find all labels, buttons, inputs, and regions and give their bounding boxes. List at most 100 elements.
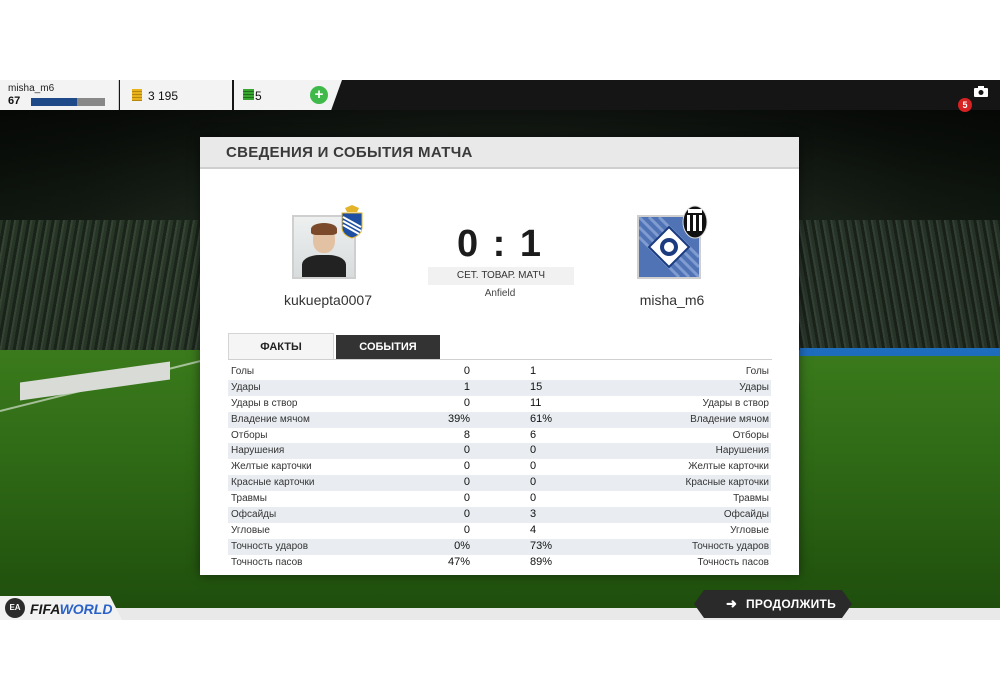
away-player-name: misha_m6 [639, 292, 705, 308]
notification-badge[interactable]: 5 [958, 98, 972, 112]
stat-value-away: 0 [530, 492, 537, 505]
stat-value-away: 73% [530, 539, 553, 552]
stat-value-home: 0 [463, 444, 470, 457]
stat-value-home: 1 [463, 380, 470, 393]
crowd-right [790, 220, 1000, 350]
bottom-strip [0, 608, 1000, 620]
stat-row: Точность пасов 47% 89% Точность пасов [228, 555, 771, 571]
match-score: 0 : 1 [456, 223, 544, 265]
stat-label-away: Нарушения [715, 445, 769, 457]
home-club-crest-icon [341, 205, 363, 239]
stat-row: Удары в створ 0 11 Удары в створ [228, 396, 771, 412]
stat-row: Владение мячом 39% 61% Владение мячом [228, 411, 771, 428]
match-facts-panel: СВЕДЕНИЯ И СОБЫТИЯ МАТЧА kukuepta0007 mi… [200, 137, 799, 575]
tab-events[interactable]: СОБЫТИЯ [336, 335, 440, 359]
away-club-crest-icon [682, 205, 708, 239]
stat-row: Желтые карточки 0 0 Желтые карточки [228, 459, 771, 475]
continue-button[interactable]: ➜ ПРОДОЛЖИТЬ [694, 590, 852, 618]
match-type: СЕТ. ТОВАР. МАТЧ [428, 267, 574, 285]
stat-row: Удары 1 15 Удары [228, 379, 771, 396]
stat-value-home: 0% [454, 539, 470, 552]
username: misha_m6 [8, 83, 55, 94]
stat-value-away: 0 [530, 460, 537, 473]
add-points-area: + [306, 80, 342, 110]
stat-row: Нарушения 0 0 Нарушения [228, 443, 771, 460]
logo-fifa-text: FIFA [30, 601, 60, 617]
stat-value-home: 0 [463, 508, 470, 521]
bottom-bar: EA FIFAWORLD ➜ ПРОДОЛЖИТЬ [0, 590, 1000, 620]
camera-icon[interactable] [974, 86, 988, 97]
stat-value-away: 0 [530, 476, 537, 489]
stat-label-away: Желтые карточки [688, 461, 769, 473]
coins-value: 3 195 [148, 89, 179, 103]
stat-label-home: Владение мячом [231, 413, 310, 425]
stat-value-away: 11 [530, 396, 542, 409]
stat-label-home: Удары в створ [231, 397, 298, 409]
stat-label-away: Точность ударов [691, 540, 769, 552]
stat-label-home: Желтые карточки [231, 461, 312, 473]
stat-value-away: 15 [530, 380, 543, 393]
match-venue: Anfield [484, 288, 516, 299]
avatar-hair [311, 223, 337, 235]
points-widget[interactable]: 5 [234, 80, 306, 110]
stat-row: Офсайды 0 3 Офсайды [228, 507, 771, 523]
xp-bar [31, 98, 105, 106]
stat-value-away: 0 [530, 444, 537, 457]
stats-table: Голы 0 1 Голы Удары 1 15 Удары Удары в створ 0 11 У… [228, 364, 771, 571]
stat-label-home: Отборы [231, 429, 268, 441]
continue-label: ПРОДОЛЖИТЬ [746, 597, 837, 611]
stat-value-home: 39% [447, 412, 470, 425]
top-bar: misha_m6 67 3 195 5 + 5 [0, 80, 1000, 112]
stat-label-home: Голы [231, 366, 255, 377]
stat-value-home: 0 [463, 523, 470, 536]
stat-label-home: Офсайды [231, 509, 277, 521]
tabs-divider [228, 359, 772, 360]
add-points-button[interactable]: + [310, 86, 328, 104]
stat-value-away: 61% [530, 412, 553, 425]
coins-widget[interactable]: 3 195 [120, 80, 232, 110]
stat-value-home: 0 [463, 476, 470, 489]
stat-label-home: Травмы [231, 493, 267, 505]
points-value: 5 [255, 89, 262, 103]
stat-row: Угловые 0 4 Угловые [228, 523, 771, 539]
logo-world-text: WORLD [59, 601, 113, 617]
stat-row: Травмы 0 0 Травмы [228, 491, 771, 507]
coins-icon [132, 89, 142, 101]
stat-value-away: 4 [530, 523, 537, 536]
stat-label-home: Точность ударов [231, 540, 309, 552]
stat-label-away: Удары [739, 381, 769, 393]
stat-label-home: Нарушения [231, 445, 285, 457]
stat-value-away: 3 [530, 508, 537, 521]
stat-label-away: Угловые [730, 524, 769, 536]
stat-value-home: 8 [463, 428, 470, 441]
profile-widget[interactable]: misha_m6 67 [0, 80, 119, 110]
stat-label-away: Красные карточки [685, 477, 769, 489]
stat-value-home: 47% [447, 555, 470, 568]
stat-label-away: Удары в створ [702, 397, 770, 409]
stat-label-home: Угловые [231, 524, 270, 536]
stat-row: Голы 0 1 Голы [228, 364, 771, 380]
stat-row: Красные карточки 0 0 Красные карточки [228, 475, 771, 492]
xp-bar-fill [31, 98, 77, 106]
stat-value-home: 0 [463, 396, 470, 409]
stat-value-home: 0 [463, 365, 470, 377]
stat-value-away: 89% [530, 555, 553, 568]
stat-label-home: Удары [231, 381, 261, 393]
stat-label-away: Владение мячом [690, 413, 769, 425]
arrow-right-icon: ➜ [726, 596, 737, 611]
avatar-suit [302, 255, 346, 277]
stat-label-away: Точность пасов [697, 556, 770, 568]
stat-value-away: 6 [530, 428, 537, 441]
panel-title: СВЕДЕНИЯ И СОБЫТИЯ МАТЧА [226, 144, 473, 161]
stat-label-away: Голы [745, 366, 769, 377]
ad-board-right [800, 348, 1000, 356]
home-player-name: kukuepta0007 [284, 292, 372, 308]
ea-sports-icon: EA [5, 598, 25, 618]
stat-row: Точность ударов 0% 73% Точность ударов [228, 538, 771, 555]
fifa-world-logo: EA FIFAWORLD [0, 596, 122, 620]
logo-text: FIFAWORLD [30, 601, 112, 617]
stat-value-away: 1 [530, 365, 537, 377]
tab-facts[interactable]: ФАКТЫ [228, 333, 334, 360]
stat-label-away: Офсайды [723, 509, 769, 521]
points-icon [243, 89, 254, 100]
